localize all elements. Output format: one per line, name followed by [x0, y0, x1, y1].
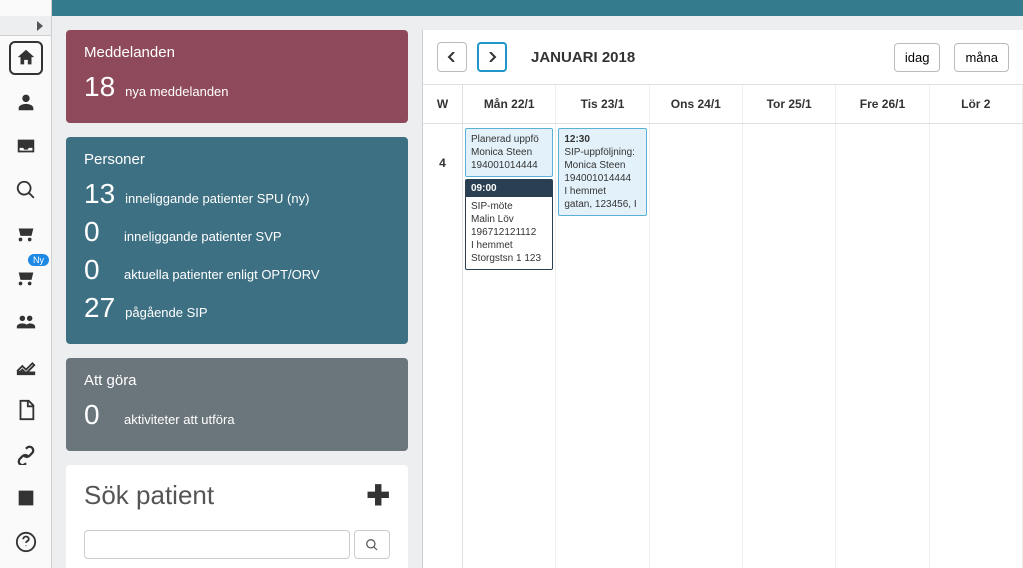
chevron-left-icon: [447, 52, 457, 62]
sidebar-item-home[interactable]: [0, 36, 51, 80]
new-badge: Ny: [28, 254, 49, 266]
calendar-event[interactable]: 09:00 SIP-möte Malin Löv 196712121112 I …: [465, 179, 553, 270]
day-header: Ons 24/1: [650, 85, 743, 123]
persons-label-1: inneliggande patienter SVP: [124, 229, 282, 244]
calendar-today-button[interactable]: idag: [894, 43, 941, 72]
persons-label-2: aktuella patienter enligt OPT/ORV: [124, 267, 320, 282]
sidebar: Ny: [0, 0, 52, 568]
sidebar-expand-toggle[interactable]: [0, 16, 51, 36]
top-bar: [0, 0, 1023, 16]
dashboard-column: Meddelanden 18 nya meddelanden Personer …: [52, 16, 422, 568]
todo-title: Att göra: [84, 372, 390, 389]
persons-count-1: 0: [84, 216, 114, 248]
persons-count-3: 27: [84, 292, 115, 324]
calendar-panel: JANUARI 2018 idag måna W Mån 22/1 Tis 23…: [422, 30, 1023, 568]
day-header: Lör 2: [930, 85, 1023, 123]
calendar-next-button[interactable]: [477, 42, 507, 72]
home-icon: [15, 47, 37, 69]
week-number: 4: [423, 124, 463, 568]
cart-icon: [15, 223, 37, 245]
search-title: Sök patient: [84, 480, 214, 511]
add-patient-button[interactable]: ✚: [367, 479, 390, 512]
news-icon: [15, 487, 37, 509]
todo-card[interactable]: Att göra 0 aktiviteter att utföra: [66, 358, 408, 451]
sidebar-item-group[interactable]: [0, 300, 51, 344]
sidebar-item-cart[interactable]: [0, 212, 51, 256]
patient-search-button[interactable]: [354, 530, 390, 559]
messages-count: 18: [84, 71, 115, 103]
link-icon: [15, 443, 37, 465]
inbox-icon: [15, 135, 37, 157]
day-column-thu[interactable]: [743, 124, 836, 568]
persons-count-2: 0: [84, 254, 114, 286]
sidebar-item-search[interactable]: [0, 168, 51, 212]
messages-card[interactable]: Meddelanden 18 nya meddelanden: [66, 30, 408, 123]
day-header: Fre 26/1: [836, 85, 929, 123]
day-column-mon[interactable]: Planerad uppfö Monica Steen 194001014444…: [463, 124, 556, 568]
group-icon: [15, 311, 37, 333]
search-patient-card: Sök patient ✚ Senaste patienter Malin Lö…: [66, 465, 408, 568]
messages-title: Meddelanden: [84, 44, 390, 61]
day-header: Mån 22/1: [463, 85, 556, 123]
calendar-prev-button[interactable]: [437, 42, 467, 72]
document-icon: [15, 399, 37, 421]
messages-label: nya meddelanden: [125, 84, 228, 99]
search-icon: [15, 179, 37, 201]
day-column-sat[interactable]: [930, 124, 1023, 568]
calendar-view-button[interactable]: måna: [954, 43, 1009, 72]
sidebar-item-help[interactable]: [0, 520, 51, 564]
day-header: Tor 25/1: [743, 85, 836, 123]
day-column-fri[interactable]: [836, 124, 929, 568]
sidebar-item-document[interactable]: [0, 388, 51, 432]
day-header: Tis 23/1: [556, 85, 649, 123]
persons-card[interactable]: Personer 13 inneliggande patienter SPU (…: [66, 137, 408, 344]
search-icon: [365, 538, 379, 552]
persons-label-0: inneliggande patienter SPU (ny): [125, 191, 309, 206]
sidebar-item-cart-new[interactable]: Ny: [0, 256, 51, 300]
todo-label: aktiviteter att utföra: [124, 412, 235, 427]
persons-title: Personer: [84, 151, 390, 168]
day-column-wed[interactable]: [650, 124, 743, 568]
sidebar-item-inbox[interactable]: [0, 124, 51, 168]
week-header: W: [423, 85, 463, 123]
calendar-event[interactable]: Planerad uppfö Monica Steen 194001014444: [465, 128, 553, 177]
day-column-tue[interactable]: 12:30 SIP-uppföljning: Monica Steen 1940…: [556, 124, 649, 568]
calendar-event[interactable]: 12:30 SIP-uppföljning: Monica Steen 1940…: [558, 128, 646, 216]
todo-count: 0: [84, 399, 114, 431]
persons-label-3: pågående SIP: [125, 305, 207, 320]
calendar-title: JANUARI 2018: [531, 49, 635, 66]
sidebar-item-link[interactable]: [0, 432, 51, 476]
persons-count-0: 13: [84, 178, 115, 210]
cart-icon: [15, 267, 37, 289]
sidebar-item-chart[interactable]: [0, 344, 51, 388]
help-icon: [15, 531, 37, 553]
chevron-right-icon: [487, 52, 497, 62]
sidebar-item-person[interactable]: [0, 80, 51, 124]
person-icon: [15, 91, 37, 113]
sidebar-item-news[interactable]: [0, 476, 51, 520]
patient-search-input[interactable]: [84, 530, 350, 559]
chart-icon: [15, 355, 37, 377]
